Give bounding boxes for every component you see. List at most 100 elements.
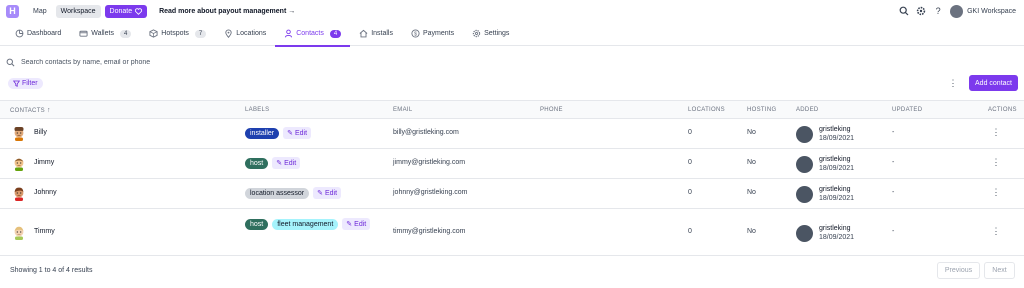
top-navbar: H Map Workspace Donate Read more about p… [0,0,1024,22]
row-actions-icon[interactable]: ⋮ [991,187,1001,198]
edit-icon: ✎ [346,221,353,228]
avatar [11,185,27,201]
label-badge[interactable]: location assessor [245,187,310,199]
next-page-button[interactable]: Next [984,262,1015,279]
tab-dashboard[interactable]: Dashboard [6,22,70,46]
added-date: 18/09/2021 [819,165,855,172]
nav-map-link[interactable]: Map [28,5,52,18]
email-cell: johnny@gristleking.com [393,189,468,196]
tab-contacts[interactable]: Contacts 4 [275,22,351,47]
search-icon[interactable] [899,6,909,16]
label-badge[interactable]: fleet management [272,218,339,230]
edit-labels-button[interactable]: ✎ Edit [272,157,301,169]
edit-icon: ✎ [276,160,283,167]
column-header-phone: PHONE [540,107,563,113]
tab-label: Dashboard [27,30,62,37]
email-cell: timmy@gristleking.com [393,228,466,235]
locations-cell: 0 [688,159,692,166]
row-actions-icon[interactable]: ⋮ [991,127,1001,138]
hosting-cell: No [747,189,756,196]
tab-label: Locations [236,30,267,37]
column-header-updated: UPDATED [892,107,923,113]
tab-label: Installs [371,30,393,37]
edit-labels-button[interactable]: ✎ Edit [342,218,371,230]
table-row[interactable]: Timmy host fleet management ✎ Edit timmy@… [0,209,1024,256]
tab-count-badge: 4 [329,29,342,38]
donate-label: Donate [109,7,133,15]
column-header-email: EMAIL [393,107,413,113]
contact-search [6,56,321,68]
added-by: gristleking [819,225,851,232]
add-contact-button[interactable]: Add contact [969,75,1018,91]
updated-cell: - [892,159,895,166]
app-logo[interactable]: H [6,4,19,18]
previous-page-button[interactable]: Previous [937,262,980,279]
more-options-icon[interactable]: ⋮ [948,77,958,89]
column-header-actions: ACTIONS [988,107,1017,113]
wallet-icon [79,29,88,38]
donate-button[interactable]: Donate [104,4,148,18]
tab-wallets[interactable]: Wallets 4 [70,22,140,46]
column-header-added: ADDED [796,107,819,113]
edit-labels-button[interactable]: ✎ Edit [313,187,342,199]
tab-installs[interactable]: Installs [350,22,402,46]
updated-cell: - [892,228,895,235]
hosting-cell: No [747,129,756,136]
help-icon[interactable]: ? [933,6,943,16]
updated-cell: - [892,189,895,196]
table-header: CONTACTS ↑ LABELS EMAIL PHONE LOCATIONS … [0,100,1024,119]
contact-name[interactable]: Timmy [34,228,55,235]
contact-name[interactable]: Billy [34,129,47,136]
label-badge[interactable]: installer [245,127,280,139]
added-by: gristleking [819,126,851,133]
tab-hotspots[interactable]: Hotspots 7 [140,22,215,46]
table-row[interactable]: Johnny location assessor ✎ Edit johnny@gr… [0,179,1024,209]
sort-arrow-icon: ↑ [46,107,51,114]
tab-count-badge: 4 [119,29,132,38]
contact-name[interactable]: Johnny [34,189,57,196]
tab-label: Contacts [296,30,324,37]
avatar [796,224,813,242]
tab-settings[interactable]: Settings [463,22,518,46]
locations-cell: 0 [688,228,692,235]
labels-cell: host ✎ Edit [245,157,375,169]
svg-text:$: $ [414,31,417,37]
hosting-cell: No [747,159,756,166]
workspace-avatar[interactable] [950,4,964,18]
label-badge[interactable]: host [245,218,269,230]
labels-cell: installer ✎ Edit [245,127,375,139]
avatar [796,185,813,203]
avatar [11,155,27,171]
row-actions-icon[interactable]: ⋮ [991,157,1001,168]
filter-icon [13,80,20,87]
nav-workspace-link[interactable]: Workspace [55,4,101,18]
workspace-name[interactable]: GKI Workspace [967,8,1016,15]
table-row[interactable]: Jimmy host ✎ Edit jimmy@gristleking.com 0… [0,149,1024,179]
results-summary: Showing 1 to 4 of 4 results [10,267,93,274]
email-cell: billy@gristleking.com [393,129,459,136]
gear-icon [472,29,481,38]
added-date: 18/09/2021 [819,195,855,202]
edit-labels-button[interactable]: ✎ Edit [283,127,312,139]
row-actions-icon[interactable]: ⋮ [991,226,1001,237]
column-header-contacts[interactable]: CONTACTS ↑ [10,107,51,114]
added-date: 18/09/2021 [819,234,855,241]
locations-cell: 0 [688,129,692,136]
home-icon [359,29,368,38]
gear-icon[interactable] [916,6,926,16]
contact-name[interactable]: Jimmy [34,159,54,166]
label-badge[interactable]: host [245,157,269,169]
tab-payments[interactable]: $ Payments [402,22,463,46]
filter-button[interactable]: Filter [8,78,43,89]
tab-locations[interactable]: Locations [215,22,275,46]
avatar [796,125,813,143]
section-tabs: Dashboard Wallets 4 Hotspots 7 Locations… [0,22,1024,47]
payout-promo-link[interactable]: Read more about payout management → [159,8,295,15]
edit-icon: ✎ [287,130,293,137]
tab-label: Hotspots [161,30,189,37]
updated-cell: - [892,129,895,136]
search-icon [6,58,15,66]
search-input[interactable] [21,58,321,66]
hosting-cell: No [747,228,756,235]
table-row[interactable]: Billy installer ✎ Edit billy@gristleking.… [0,119,1024,149]
